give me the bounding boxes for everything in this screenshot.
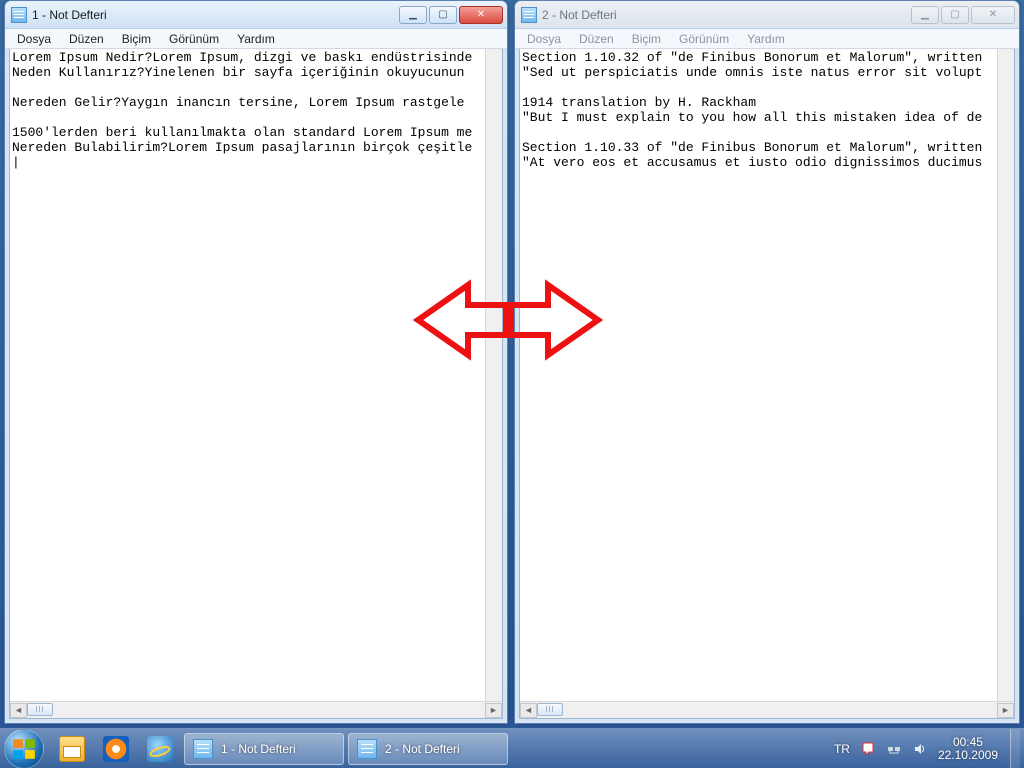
menu-help[interactable]: Yardım	[739, 31, 793, 47]
taskbar-button-notepad-2[interactable]: 2 - Not Defteri	[348, 733, 508, 765]
menu-view[interactable]: Görünüm	[161, 31, 227, 47]
maximize-button[interactable]: ▢	[941, 6, 969, 24]
horizontal-scrollbar[interactable]: ◄ ►	[10, 701, 502, 718]
close-button[interactable]: ✕	[459, 6, 503, 24]
menu-edit[interactable]: Düzen	[571, 31, 622, 47]
scroll-thumb[interactable]	[27, 703, 53, 716]
scroll-right-button[interactable]: ►	[997, 703, 1014, 718]
menu-file[interactable]: Dosya	[9, 31, 59, 47]
start-button[interactable]	[4, 729, 44, 768]
menu-bar: Dosya Düzen Biçim Görünüm Yardım	[515, 29, 1019, 49]
titlebar[interactable]: 2 - Not Defteri ▁ ▢ ✕	[515, 1, 1019, 29]
network-icon[interactable]	[886, 741, 902, 757]
window-controls: ▁ ▢ ✕	[399, 6, 503, 24]
minimize-button[interactable]: ▁	[399, 6, 427, 24]
titlebar[interactable]: 1 - Not Defteri ▁ ▢ ✕	[5, 1, 507, 29]
pin-media-player[interactable]	[95, 733, 137, 765]
menu-help[interactable]: Yardım	[229, 31, 283, 47]
horizontal-scrollbar[interactable]: ◄ ►	[520, 701, 1014, 718]
windows-logo-icon	[11, 736, 37, 762]
window-title: 1 - Not Defteri	[32, 8, 399, 22]
text-editor[interactable]: Lorem Ipsum Nedir?Lorem Ipsum, dizgi ve …	[10, 49, 502, 701]
taskbar-button-label: 1 - Not Defteri	[221, 742, 296, 756]
language-indicator[interactable]: TR	[834, 742, 850, 756]
taskbar-button-notepad-1[interactable]: 1 - Not Defteri	[184, 733, 344, 765]
volume-icon[interactable]	[912, 741, 928, 757]
clock-time: 00:45	[938, 736, 998, 749]
notepad-icon	[521, 7, 537, 23]
explorer-icon	[59, 736, 85, 762]
scroll-track[interactable]	[27, 703, 485, 718]
action-center-icon[interactable]	[860, 741, 876, 757]
window-title: 2 - Not Defteri	[542, 8, 911, 22]
clock-date: 22.10.2009	[938, 749, 998, 762]
notepad-icon	[193, 739, 213, 759]
taskbar[interactable]: 1 - Not Defteri 2 - Not Defteri TR 00:45…	[0, 728, 1024, 768]
close-button[interactable]: ✕	[971, 6, 1015, 24]
client-area: Lorem Ipsum Nedir?Lorem Ipsum, dizgi ve …	[9, 49, 503, 719]
minimize-button[interactable]: ▁	[911, 6, 939, 24]
notepad-window-1[interactable]: 1 - Not Defteri ▁ ▢ ✕ Dosya Düzen Biçim …	[4, 0, 508, 724]
menu-format[interactable]: Biçim	[624, 31, 669, 47]
menu-file[interactable]: Dosya	[519, 31, 569, 47]
pin-internet-explorer[interactable]	[139, 733, 181, 765]
menu-view[interactable]: Görünüm	[671, 31, 737, 47]
menu-edit[interactable]: Düzen	[61, 31, 112, 47]
scroll-right-button[interactable]: ►	[485, 703, 502, 718]
client-area: Section 1.10.32 of "de Finibus Bonorum e…	[519, 49, 1015, 719]
notepad-icon	[357, 739, 377, 759]
vertical-scrollbar[interactable]	[485, 49, 502, 701]
taskbar-button-label: 2 - Not Defteri	[385, 742, 460, 756]
system-tray: TR 00:45 22.10.2009	[834, 736, 1004, 762]
clock[interactable]: 00:45 22.10.2009	[938, 736, 998, 762]
menu-bar: Dosya Düzen Biçim Görünüm Yardım	[5, 29, 507, 49]
menu-format[interactable]: Biçim	[114, 31, 159, 47]
text-editor[interactable]: Section 1.10.32 of "de Finibus Bonorum e…	[520, 49, 1014, 701]
internet-explorer-icon	[147, 736, 173, 762]
scroll-thumb[interactable]	[537, 703, 563, 716]
scroll-track[interactable]	[537, 703, 997, 718]
maximize-button[interactable]: ▢	[429, 6, 457, 24]
show-desktop-button[interactable]	[1010, 729, 1020, 768]
media-player-icon	[103, 736, 129, 762]
pin-explorer[interactable]	[51, 733, 93, 765]
notepad-window-2[interactable]: 2 - Not Defteri ▁ ▢ ✕ Dosya Düzen Biçim …	[514, 0, 1020, 724]
scroll-left-button[interactable]: ◄	[520, 703, 537, 718]
window-controls: ▁ ▢ ✕	[911, 6, 1015, 24]
notepad-icon	[11, 7, 27, 23]
vertical-scrollbar[interactable]	[997, 49, 1014, 701]
scroll-left-button[interactable]: ◄	[10, 703, 27, 718]
